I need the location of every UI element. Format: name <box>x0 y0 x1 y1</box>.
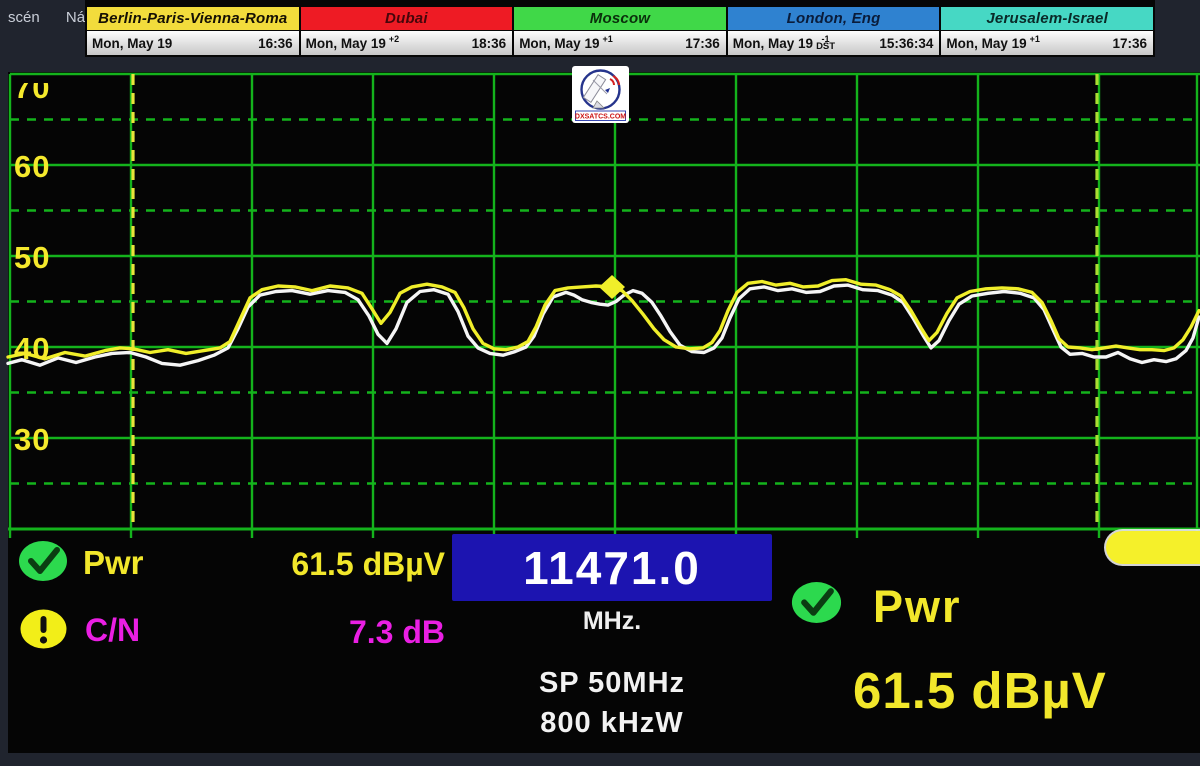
clock-city-dubai: Dubai Mon, May 19 +2 18:36 <box>301 7 513 55</box>
clock-city-london: London, Eng Mon, May 19 -1 DST 15:36:34 <box>728 7 940 55</box>
dst-indicator: -1 DST <box>816 35 835 51</box>
city-header-dubai[interactable]: Dubai <box>301 7 513 30</box>
y-axis-tick-70: 70 <box>14 83 70 104</box>
city-header-london[interactable]: London, Eng <box>728 7 940 30</box>
clock-city-jerusalem: Jerusalem-Israel Mon, May 19 +1 17:36 <box>941 7 1153 55</box>
satellite-dish-icon: DXSATCS.COM <box>572 66 629 123</box>
rbw-readout: 800 kHzW <box>452 707 772 740</box>
cn-value: 7.3 dB <box>200 614 445 651</box>
city-header-berlin[interactable]: Berlin-Paris-Vienna-Roma <box>87 7 299 30</box>
time-text: 17:36 <box>685 36 720 51</box>
y-axis-tick-40: 40 <box>14 331 70 367</box>
time-text: 17:36 <box>1112 36 1147 51</box>
date-text: Mon, May 19 <box>946 36 1026 51</box>
utc-offset: +1 <box>602 34 612 44</box>
date-text: Mon, May 19 <box>519 36 599 51</box>
city-header-moscow[interactable]: Moscow <box>514 7 726 30</box>
city-date-jerusalem: Mon, May 19 +1 17:36 <box>941 31 1153 55</box>
dxsatcs-logo: DXSATCS.COM <box>572 66 629 128</box>
analyzer-screen-background <box>8 72 1200 753</box>
city-date-london: Mon, May 19 -1 DST 15:36:34 <box>728 31 940 55</box>
pwr-value: 61.5 dBµV <box>200 546 445 583</box>
city-date-moscow: Mon, May 19 +1 17:36 <box>514 31 726 55</box>
clock-city-berlin: Berlin-Paris-Vienna-Roma Mon, May 19 16:… <box>87 7 299 55</box>
date-text: Mon, May 19 <box>92 36 172 51</box>
yellow-indicator-pill[interactable] <box>1106 531 1200 564</box>
cn-label: C/N <box>85 612 140 649</box>
y-axis-tick-60: 60 <box>14 149 70 185</box>
dst-label: DST <box>816 43 835 51</box>
clock-city-moscow: Moscow Mon, May 19 +1 17:36 <box>514 7 726 55</box>
utc-offset: +1 <box>1030 34 1040 44</box>
city-header-jerusalem[interactable]: Jerusalem-Israel <box>941 7 1153 30</box>
time-text: 16:36 <box>258 36 293 51</box>
time-text: 18:36 <box>472 36 507 51</box>
pwr-ok-icon-large <box>790 581 843 629</box>
frequency-unit: MHz. <box>452 607 772 636</box>
date-text: Mon, May 19 <box>306 36 386 51</box>
y-axis-tick-50: 50 <box>14 240 70 276</box>
frequency-display: 11471.0 <box>452 534 772 601</box>
pwr-value-large: 61.5 dBµV <box>853 661 1107 720</box>
date-text: Mon, May 19 <box>733 36 813 51</box>
utc-offset: +2 <box>389 34 399 44</box>
pwr-label: Pwr <box>83 544 144 582</box>
pwr-ok-icon <box>18 540 68 587</box>
menu-item-scene[interactable]: scén <box>8 9 40 26</box>
y-axis-tick-70-clip: 70 <box>14 83 70 104</box>
logo-text: DXSATCS.COM <box>575 113 626 120</box>
y-axis-tick-30: 30 <box>14 422 70 458</box>
city-date-dubai: Mon, May 19 +2 18:36 <box>301 31 513 55</box>
time-text: 15:36:34 <box>879 36 933 51</box>
pwr-label-large: Pwr <box>873 581 962 633</box>
spectrum-analyzer-screen: { "menu": { "items": ["scén", "Nás"] }, … <box>0 0 1200 766</box>
world-clock-widget: Berlin-Paris-Vienna-Roma Mon, May 19 16:… <box>85 0 1155 57</box>
span-readout: SP 50MHz <box>452 667 772 700</box>
city-date-berlin: Mon, May 19 16:36 <box>87 31 299 55</box>
frequency-value: 11471.0 <box>523 541 701 595</box>
cn-warning-icon <box>20 609 67 654</box>
